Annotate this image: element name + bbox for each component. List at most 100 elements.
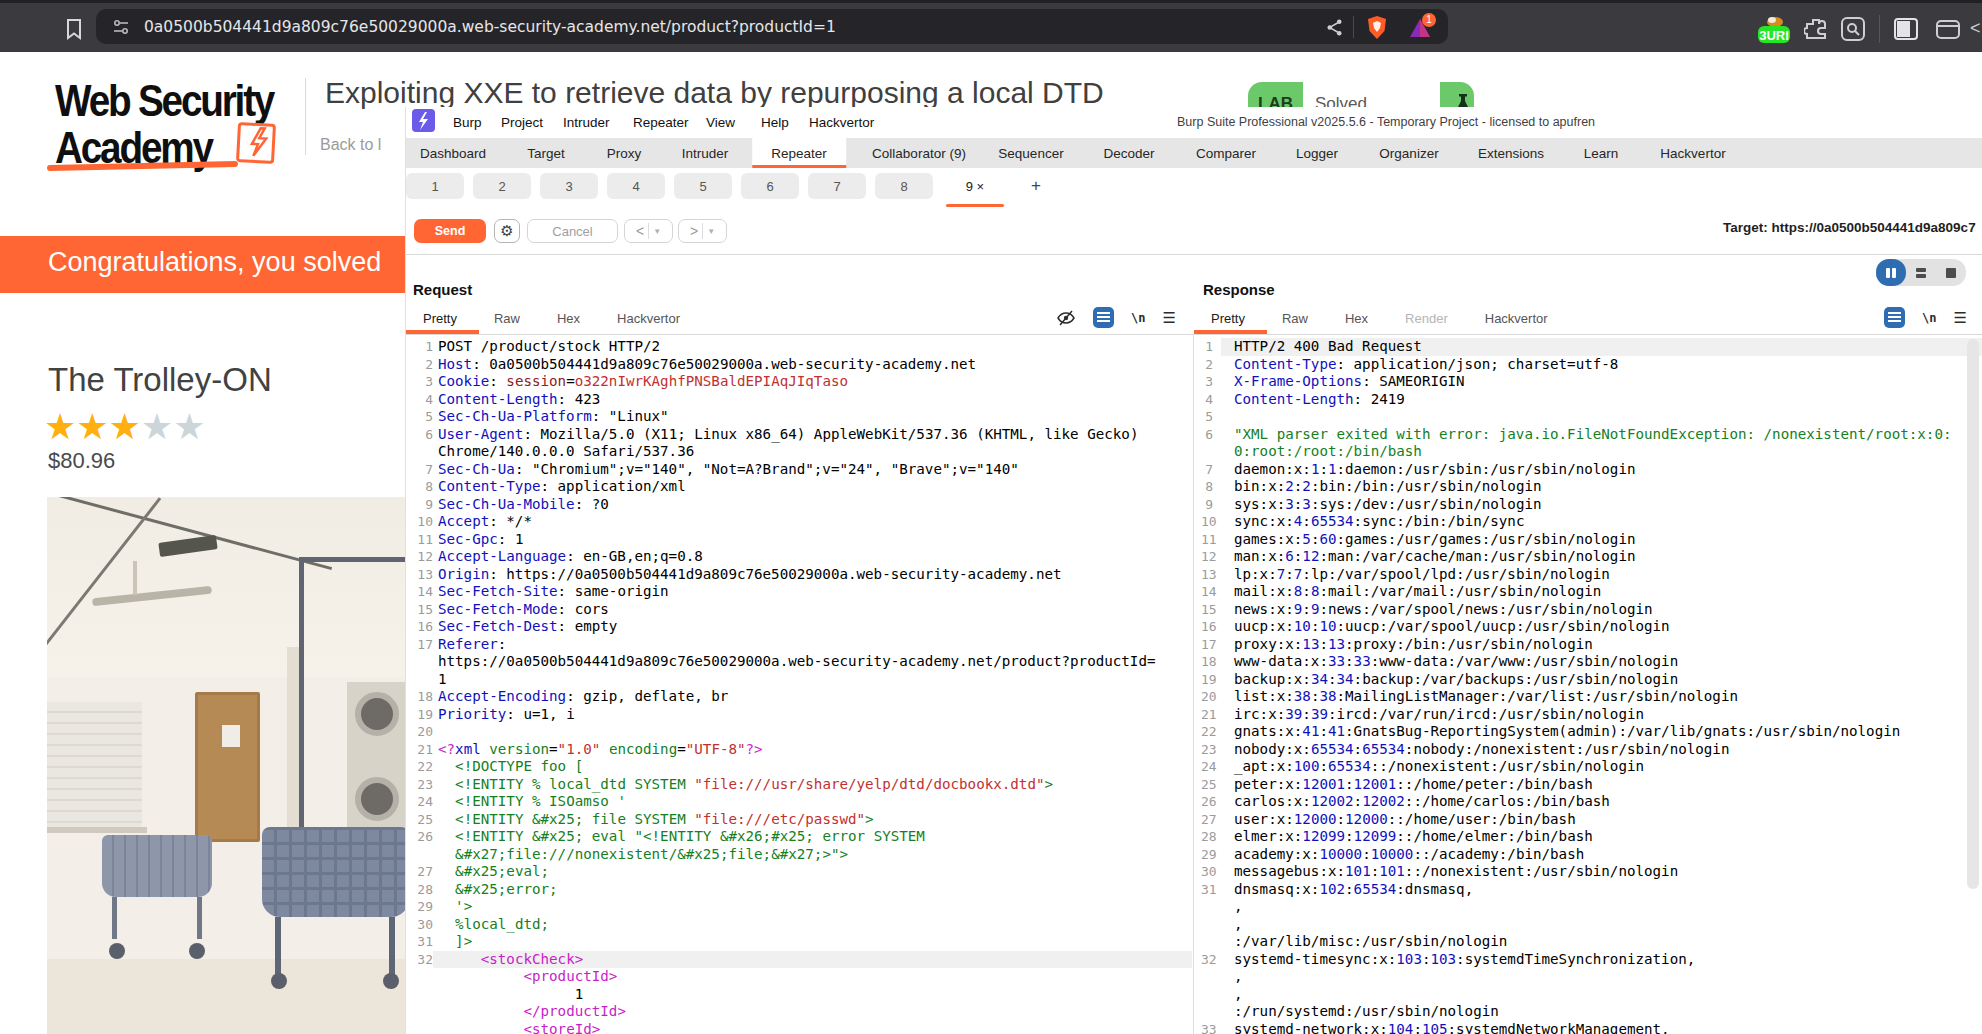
sidebar-icon[interactable]: [1893, 16, 1919, 42]
response-line: 13lp:x:7:7:lp:/var/spool/lpd:/usr/sbin/n…: [1201, 566, 1982, 584]
tab-hackvertor[interactable]: Hackvertor: [1641, 138, 1744, 168]
cancel-button[interactable]: Cancel: [527, 219, 618, 243]
brave-shield-icon[interactable]: [1366, 15, 1388, 40]
response-line: 18www-data:x:33:33:www-data:/var/www:/us…: [1201, 653, 1982, 671]
urlbar-divider: [1353, 16, 1354, 38]
response-line: 9sys:x:3:3:sys:/dev:/usr/sbin/nologin: [1201, 496, 1982, 514]
response-title: Response: [1203, 281, 1275, 298]
tab-sequencer[interactable]: Sequencer: [979, 138, 1082, 168]
repeater-tab-8[interactable]: 8: [875, 173, 933, 199]
puzzle-extensions-icon[interactable]: [1804, 17, 1828, 41]
response-menu-icon[interactable]: ☰: [1953, 309, 1966, 327]
response-line: 24_apt:x:100:65534::/nonexistent:/usr/sb…: [1201, 758, 1982, 776]
congrats-text: Congratulations, you solved: [48, 247, 381, 278]
request-newline-icon[interactable]: \n: [1131, 311, 1145, 325]
response-line: :/run/systemd:/usr/sbin/nologin: [1201, 1003, 1982, 1021]
menu-view[interactable]: View: [706, 107, 735, 138]
menu-intruder[interactable]: Intruder: [563, 107, 610, 138]
tab-proxy[interactable]: Proxy: [588, 138, 661, 168]
tab-learn[interactable]: Learn: [1565, 138, 1638, 168]
response-line: ,: [1201, 916, 1982, 934]
request-line: 3Cookie: session=o322nIwrKAghfPNSBaldEPI…: [413, 373, 1192, 391]
request-pretty-underline: [406, 330, 479, 334]
svg-text:3URI: 3URI: [1759, 28, 1789, 43]
notification-triangle-icon[interactable]: 1: [1408, 17, 1432, 39]
menu-help[interactable]: Help: [761, 107, 789, 138]
tab-repeater[interactable]: Repeater: [752, 138, 846, 168]
share-icon[interactable]: [1325, 18, 1344, 37]
repeater-tab-9[interactable]: 9 ×: [946, 173, 1004, 199]
resp-tabs-hex[interactable]: Hex: [1345, 311, 1368, 326]
new-repeater-tab-button[interactable]: +: [1023, 173, 1049, 199]
resp-tabs-raw[interactable]: Raw: [1282, 311, 1308, 326]
tab-dashboard[interactable]: Dashboard: [401, 138, 505, 168]
request-menu-icon[interactable]: ☰: [1162, 309, 1175, 327]
response-line: 0:root:/root:/bin/bash: [1201, 443, 1982, 461]
request-wrap-icon[interactable]: [1093, 307, 1114, 328]
menu-hackvertor[interactable]: Hackvertor: [809, 107, 874, 138]
response-line: 12man:x:6:12:man:/var/cache/man:/usr/sbi…: [1201, 548, 1982, 566]
req-tabs-pretty[interactable]: Pretty: [423, 311, 457, 326]
req-tabs-raw[interactable]: Raw: [494, 311, 520, 326]
repeater-tab-2[interactable]: 2: [473, 173, 531, 199]
response-wrap-icon[interactable]: [1884, 307, 1905, 328]
request-line: 18Accept-Encoding: gzip, deflate, br: [413, 688, 1192, 706]
layout-rows-button[interactable]: [1906, 259, 1936, 286]
send-button[interactable]: Send: [414, 219, 486, 243]
response-newline-icon[interactable]: \n: [1922, 311, 1936, 325]
back-link[interactable]: Back to l: [320, 136, 381, 154]
repeater-tab-1[interactable]: 1: [406, 173, 464, 199]
tab-intruder[interactable]: Intruder: [663, 138, 748, 168]
prev-response-button[interactable]: <▼: [624, 219, 673, 243]
tab-decoder[interactable]: Decoder: [1084, 138, 1173, 168]
wallet-icon[interactable]: [1935, 16, 1961, 42]
repeater-tab-7[interactable]: 7: [808, 173, 866, 199]
request-line: 17Referer:: [413, 636, 1192, 654]
repeater-tab-6[interactable]: 6: [741, 173, 799, 199]
tab-organizer[interactable]: Organizer: [1360, 138, 1457, 168]
resp-tabs-pretty[interactable]: Pretty: [1211, 311, 1245, 326]
settings-gear-button[interactable]: ⚙: [494, 219, 520, 243]
repeater-tab-4[interactable]: 4: [607, 173, 665, 199]
next-response-button[interactable]: >▼: [678, 219, 727, 243]
site-settings-icon[interactable]: [112, 18, 130, 36]
layout-columns-button[interactable]: [1876, 259, 1906, 286]
repeater-tab-5[interactable]: 5: [674, 173, 732, 199]
tab-comparer[interactable]: Comparer: [1177, 138, 1275, 168]
response-editor[interactable]: 1HTTP/2 400 Bad Request2Content-Type: ap…: [1193, 335, 1982, 1034]
bookmark-icon[interactable]: [62, 17, 86, 41]
menu-project[interactable]: Project: [501, 107, 543, 138]
response-line: ,: [1201, 968, 1982, 986]
tab-logger[interactable]: Logger: [1277, 138, 1357, 168]
menu-repeater[interactable]: Repeater: [633, 107, 689, 138]
request-line: 5Sec-Ch-Ua-Platform: "Linux": [413, 408, 1192, 426]
response-line: 30messagebus:x:101:101::/nonexistent:/us…: [1201, 863, 1982, 881]
browser-toolbar: 0a0500b504441d9a809c76e50029000a.web-sec…: [0, 0, 1982, 52]
product-name: The Trolley-ON: [48, 361, 272, 399]
hackvertor-extension-icon[interactable]: 3URI: [1754, 9, 1792, 47]
response-line: :/var/lib/misc:/usr/sbin/nologin: [1201, 933, 1982, 951]
request-line: 29 '>: [413, 898, 1192, 916]
resp-tabs-hackvertor[interactable]: Hackvertor: [1485, 311, 1548, 326]
request-line: 26 <!ENTITY &#x25; eval "<!ENTITY &#x26;…: [413, 828, 1192, 846]
tab-collaborator-9-[interactable]: Collaborator (9): [853, 138, 985, 168]
repeater-tab-3[interactable]: 3: [540, 173, 598, 199]
response-line: 7daemon:x:1:1:daemon:/usr/sbin:/usr/sbin…: [1201, 461, 1982, 479]
req-tabs-hex[interactable]: Hex: [557, 311, 580, 326]
search-box-icon[interactable]: [1840, 16, 1866, 42]
tab-target[interactable]: Target: [508, 138, 584, 168]
resp-tabs-render[interactable]: Render: [1405, 311, 1448, 326]
response-line: 33systemd-network:x:104:105:systemdNetwo…: [1201, 1021, 1982, 1034]
layout-single-button[interactable]: [1936, 259, 1966, 286]
chevron-icon[interactable]: <: [1970, 18, 1981, 39]
hide-icon[interactable]: [1056, 308, 1076, 328]
menu-burp[interactable]: Burp: [453, 107, 482, 138]
response-scrollbar[interactable]: [1967, 339, 1979, 889]
request-line: 15Sec-Fetch-Mode: cors: [413, 601, 1192, 619]
request-editor[interactable]: 1POST /product/stock HTTP/22Host: 0a0500…: [406, 335, 1192, 1034]
tab-extensions[interactable]: Extensions: [1459, 138, 1563, 168]
url-bar[interactable]: 0a0500b504441d9a809c76e50029000a.web-sec…: [96, 9, 1448, 44]
req-tabs-hackvertor[interactable]: Hackvertor: [617, 311, 680, 326]
burp-window: BurpProjectIntruderRepeaterViewHelpHackv…: [405, 107, 1982, 1034]
response-line: 23nobody:x:65534:65534:nobody:/nonexiste…: [1201, 741, 1982, 759]
